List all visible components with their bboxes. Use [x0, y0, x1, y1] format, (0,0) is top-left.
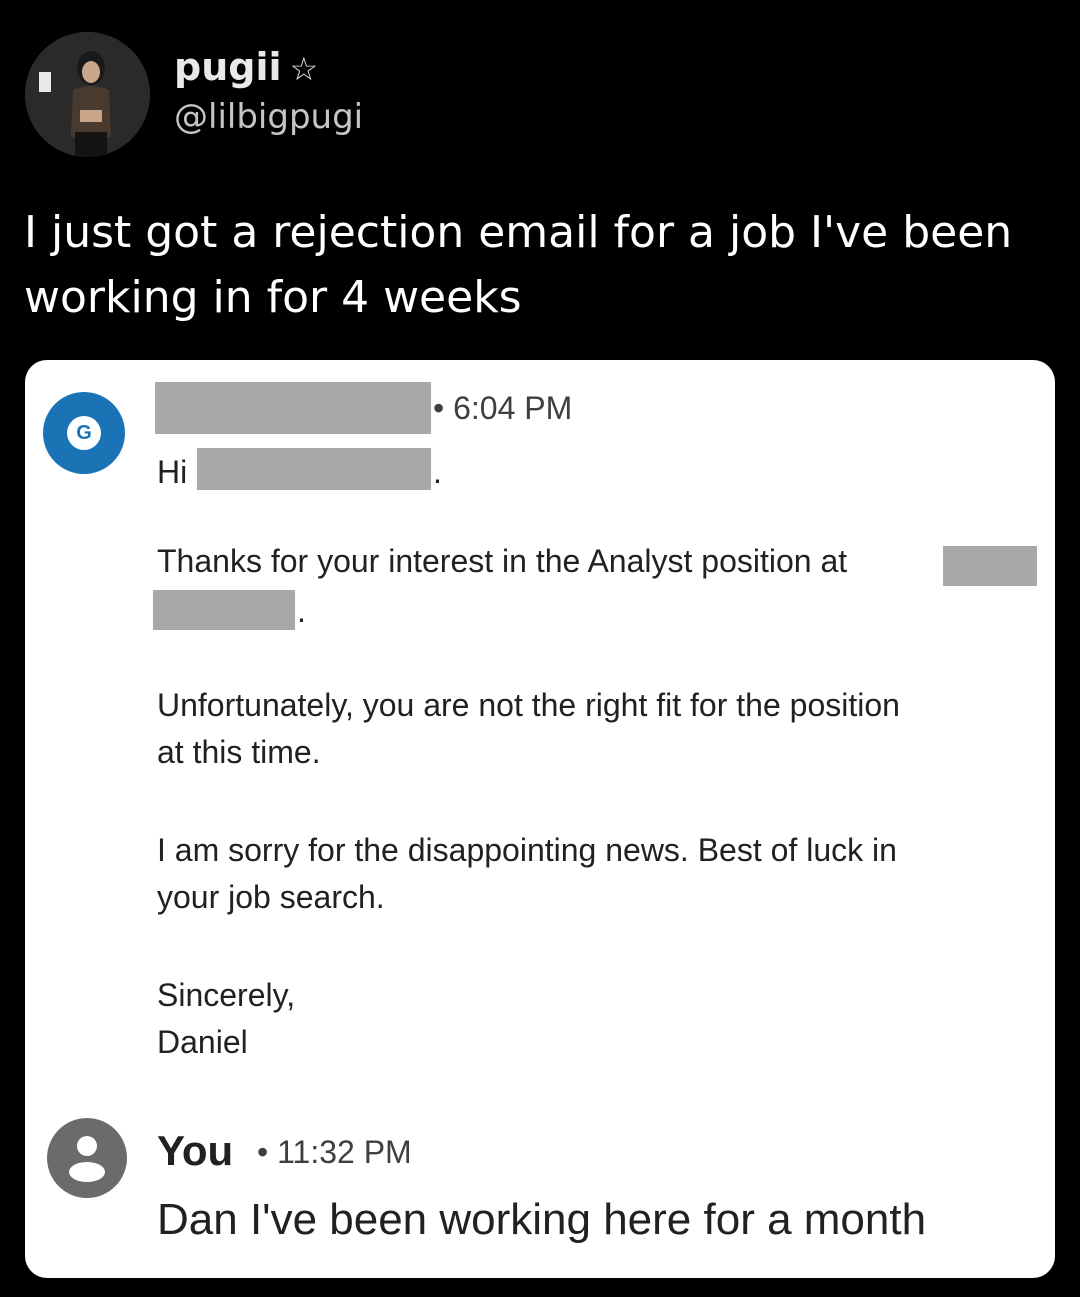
email-body-line-1: Thanks for your interest in the Analyst …	[157, 543, 848, 579]
email-body-line-4: at this time.	[157, 734, 321, 770]
person-icon	[47, 1118, 127, 1198]
email-greeting: Hi	[157, 454, 188, 490]
user-handle[interactable]: @lilbigpugi	[174, 100, 363, 134]
tweet-text: I just got a rejection email for a job I…	[24, 200, 1044, 330]
profile-avatar[interactable]	[25, 32, 150, 157]
reply-text: Dan I've been working here for a month	[157, 1195, 927, 1244]
redacted-sender-name	[155, 382, 431, 434]
tweet-line-1: I just got a rejection email for a job I…	[24, 207, 1013, 258]
email-timestamp: • 6:04 PM	[433, 390, 573, 426]
profile-photo	[25, 32, 150, 157]
greeting-period: .	[433, 454, 442, 490]
star-icon: ☆	[289, 50, 319, 88]
email-screenshot: G • 6:04 PM Hi . Thanks for your interes…	[25, 360, 1055, 1278]
sender-initial: G	[67, 416, 101, 450]
company-period: .	[297, 593, 306, 629]
reply-timestamp: • 11:32 PM	[257, 1134, 412, 1170]
sender-avatar: G	[43, 392, 125, 474]
email-body-line-3: Unfortunately, you are not the right fit…	[157, 687, 900, 723]
display-name-text: pugii	[174, 45, 282, 89]
reply-sender: You	[157, 1127, 234, 1174]
redacted-company-part-1	[943, 546, 1037, 586]
redacted-company-part-2	[153, 590, 295, 630]
email-sign-off: Sincerely,	[157, 977, 296, 1013]
display-name[interactable]: pugii ☆	[174, 48, 318, 86]
email-signature: Daniel	[157, 1024, 248, 1060]
email-body-line-6: your job search.	[157, 879, 385, 915]
redacted-recipient-name	[197, 448, 431, 490]
email-body-line-5: I am sorry for the disappointing news. B…	[157, 832, 897, 868]
tweet-line-2: working in for 4 weeks	[24, 272, 522, 323]
